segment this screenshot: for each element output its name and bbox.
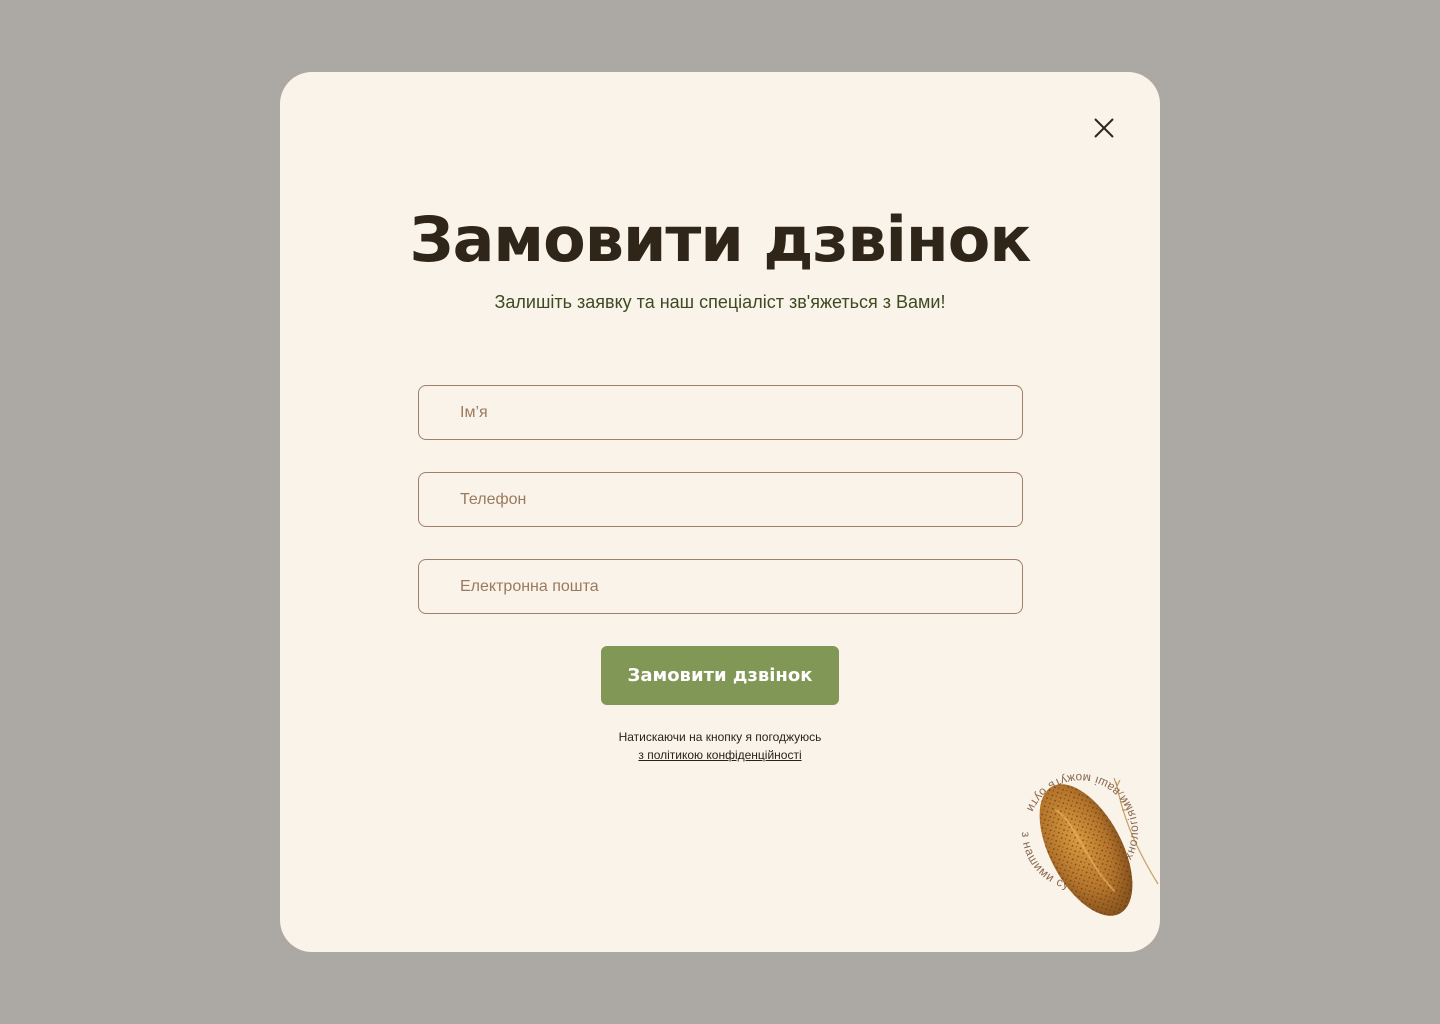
modal-title: Замовити дзвінок (409, 203, 1032, 276)
close-button[interactable] (1088, 112, 1120, 144)
modal-subtitle: Залишіть заявку та наш спеціаліст зв'яже… (494, 292, 946, 312)
bread-decoration: з нашими сучасними технологіями ваші мож… (1000, 771, 1160, 952)
phone-field-wrapper (418, 472, 1023, 527)
name-field-wrapper (418, 385, 1023, 440)
name-input[interactable] (419, 386, 1022, 439)
submit-button[interactable]: Замовити дзвінок (601, 646, 839, 705)
consent-text: Натискаючи на кнопку я погоджуюсь (618, 730, 822, 744)
phone-input[interactable] (419, 473, 1022, 526)
email-field-wrapper (418, 559, 1023, 614)
callback-modal: Замовити дзвінок Залишіть заявку та наш … (280, 72, 1160, 952)
email-input[interactable] (419, 560, 1022, 613)
consent-notice: Натискаючи на кнопку я погоджуюсь з полі… (280, 728, 1160, 764)
privacy-policy-link[interactable]: з політикою конфіденційності (638, 748, 801, 762)
bread-illustration-icon: з нашими сучасними технологіями ваші мож… (1019, 771, 1159, 916)
close-icon (1094, 118, 1114, 138)
